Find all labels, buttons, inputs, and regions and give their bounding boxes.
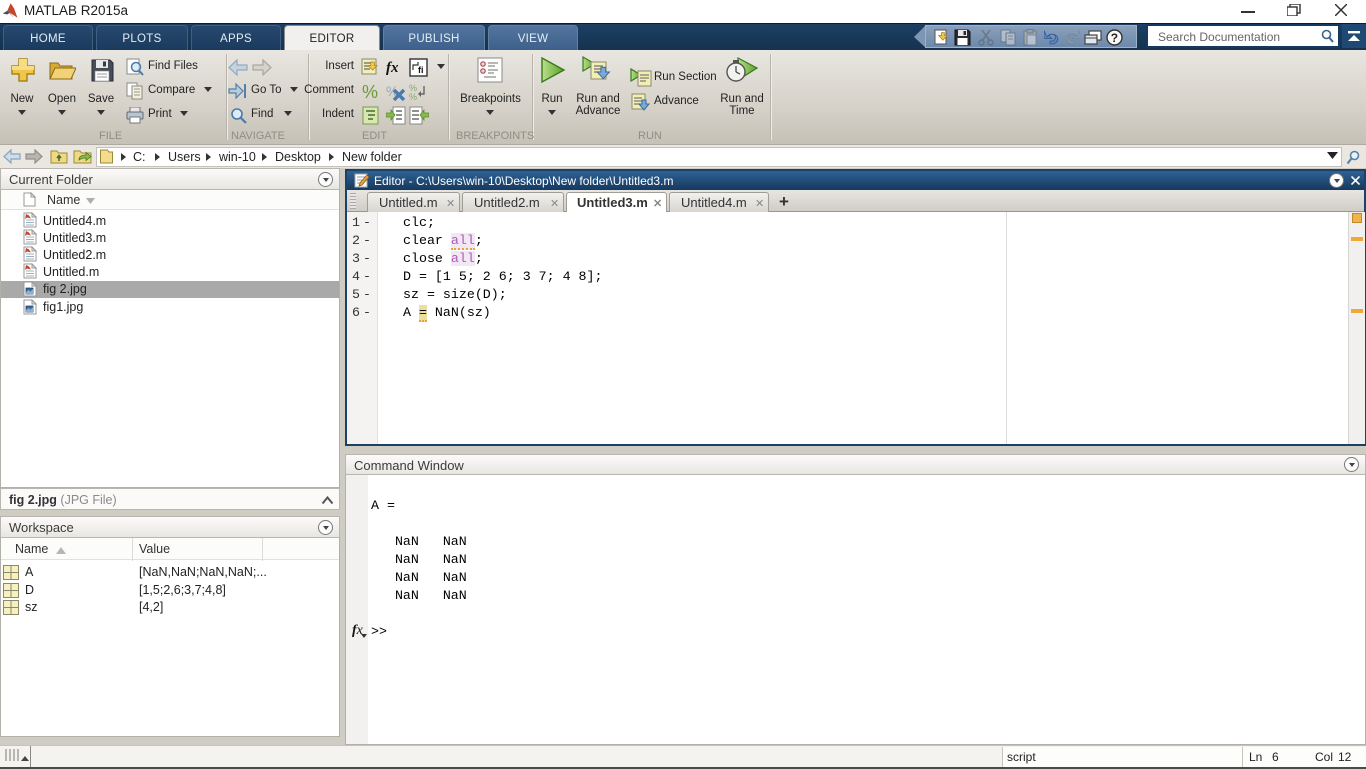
svg-text:fx: fx bbox=[386, 60, 399, 75]
svg-text:%: % bbox=[362, 82, 378, 101]
svg-text:%: % bbox=[409, 92, 417, 101]
svg-text:?: ? bbox=[1111, 31, 1118, 45]
svg-text:fi: fi bbox=[418, 65, 424, 75]
